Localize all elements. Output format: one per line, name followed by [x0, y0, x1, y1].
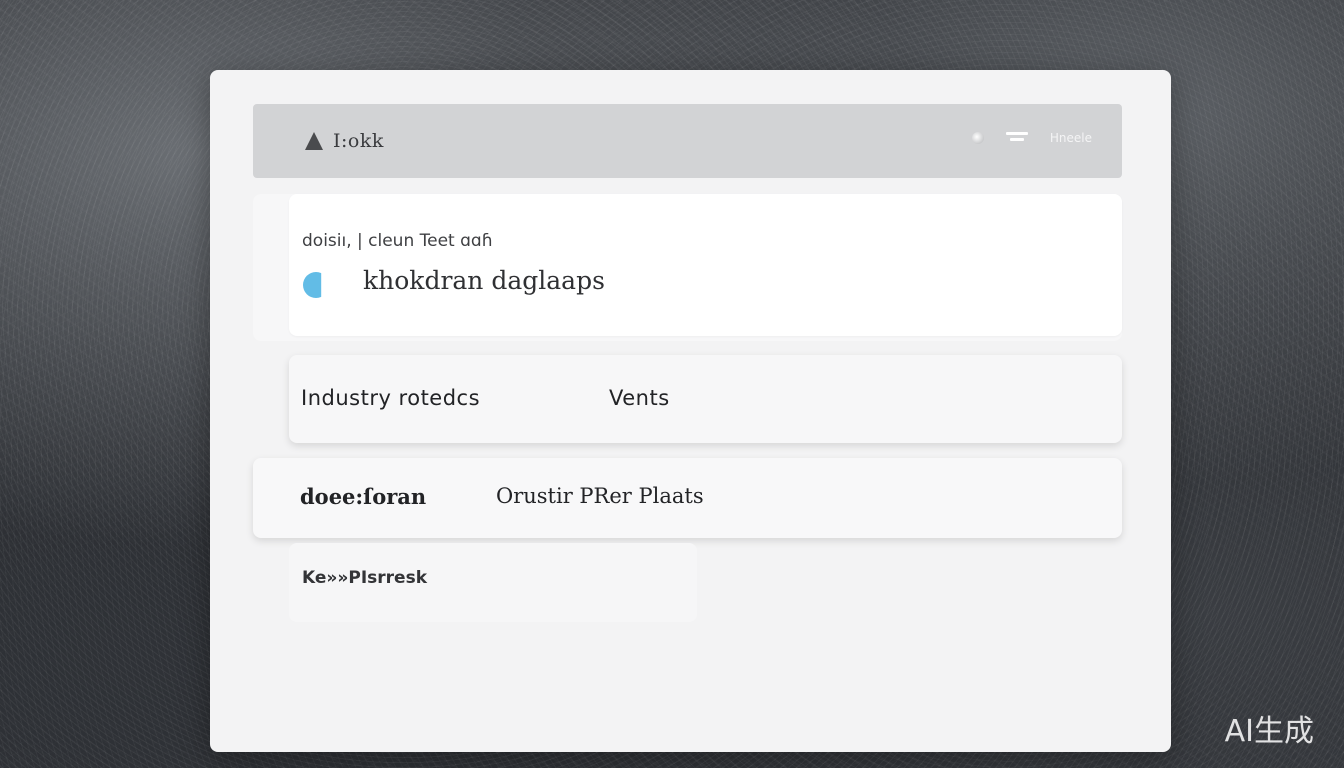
status-dot-icon[interactable] — [971, 132, 984, 144]
list-item-title: doee:ſoran — [300, 484, 427, 509]
small-card-label: Ke»»PIsrresk — [302, 568, 427, 588]
list-item[interactable]: doee:ſoran Orustir PRer Plaats — [253, 458, 1122, 538]
brand[interactable]: I:okk — [303, 130, 384, 152]
header-link[interactable]: Hneele — [1050, 131, 1092, 145]
hero-subtitle: doisiı, | cleun Teet ɑɑɦ — [302, 231, 493, 251]
small-card[interactable]: Ke»»PIsrresk — [289, 543, 697, 622]
menu-icon[interactable] — [1005, 130, 1028, 146]
list-item[interactable]: Industry rotedcs Vents — [289, 355, 1122, 443]
watermark: AI生成 — [1224, 714, 1314, 749]
list-item-value: Vents — [609, 386, 670, 410]
header-actions: Hneele — [971, 130, 1092, 146]
list-item-value: Orustir PRer Plaats — [496, 484, 704, 508]
logo-icon — [303, 130, 325, 152]
brand-title: I:okk — [333, 130, 384, 152]
app-window: I:okk Hneele doisiı, | cleun Teet ɑɑɦ kh… — [210, 70, 1171, 752]
play-icon[interactable] — [303, 272, 323, 298]
hero-card[interactable]: doisiı, | cleun Teet ɑɑɦ khokdran daglaa… — [289, 194, 1122, 336]
hero-headline: khokdran daglaaps — [363, 266, 605, 295]
top-bar: I:okk Hneele — [253, 104, 1122, 178]
list-item-title: Industry rotedcs — [301, 386, 481, 410]
